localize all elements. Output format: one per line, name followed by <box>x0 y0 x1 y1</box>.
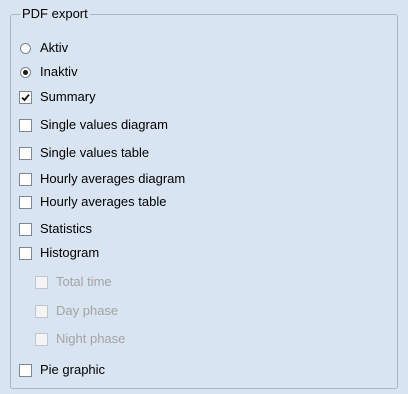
checkbox-histogram-label: Histogram <box>40 245 100 260</box>
checkbox-day-phase-label: Day phase <box>56 303 119 318</box>
checkbox-statistics-box[interactable] <box>19 222 32 236</box>
checkbox-hourly-averages-table-label: Hourly averages table <box>40 194 167 209</box>
radio-inaktiv-indicator[interactable] <box>20 66 31 78</box>
checkbox-single-values-table[interactable]: Single values table <box>19 144 149 162</box>
checkbox-statistics[interactable]: Statistics <box>19 220 92 238</box>
checkbox-total-time-label: Total time <box>56 274 112 289</box>
checkbox-single-values-table-box[interactable] <box>19 146 32 160</box>
checkbox-summary-label: Summary <box>40 89 96 104</box>
checkbox-histogram[interactable]: Histogram <box>19 244 99 262</box>
checkbox-histogram-box[interactable] <box>19 246 32 260</box>
checkbox-single-values-diagram-label: Single values diagram <box>40 117 168 132</box>
radio-aktiv[interactable]: Aktiv <box>20 39 68 57</box>
radio-aktiv-indicator[interactable] <box>20 42 31 54</box>
checkbox-night-phase-label: Night phase <box>56 331 126 346</box>
groupbox-title: PDF export <box>20 5 90 22</box>
checkbox-single-values-diagram[interactable]: Single values diagram <box>19 116 168 134</box>
checkbox-night-phase[interactable]: Night phase <box>35 330 125 348</box>
checkbox-day-phase[interactable]: Day phase <box>35 302 118 320</box>
pdf-export-panel: PDF export Aktiv Inaktiv Summary Single … <box>0 0 408 394</box>
checkbox-pie-graphic-label: Pie graphic <box>40 362 106 377</box>
checkbox-pie-graphic-box[interactable] <box>19 363 32 377</box>
checkbox-pie-graphic[interactable]: Pie graphic <box>19 361 105 379</box>
checkbox-hourly-averages-table-box[interactable] <box>19 195 32 209</box>
checkbox-total-time-box[interactable] <box>35 275 48 289</box>
checkbox-hourly-averages-diagram-label: Hourly averages diagram <box>40 171 186 186</box>
checkbox-single-values-diagram-box[interactable] <box>19 118 32 132</box>
radio-inaktiv[interactable]: Inaktiv <box>20 63 78 81</box>
checkmark-icon <box>21 93 30 101</box>
checkbox-hourly-averages-diagram[interactable]: Hourly averages diagram <box>19 170 185 188</box>
radio-aktiv-label: Aktiv <box>40 40 69 55</box>
checkbox-hourly-averages-table[interactable]: Hourly averages table <box>19 193 166 211</box>
checkbox-statistics-label: Statistics <box>40 221 93 236</box>
checkbox-total-time[interactable]: Total time <box>35 273 112 291</box>
radio-inaktiv-label: Inaktiv <box>40 64 78 79</box>
checkbox-summary-box[interactable] <box>19 90 32 104</box>
checkbox-day-phase-box[interactable] <box>35 304 48 318</box>
checkbox-hourly-averages-diagram-box[interactable] <box>19 172 32 186</box>
checkbox-night-phase-box[interactable] <box>35 332 48 346</box>
checkbox-single-values-table-label: Single values table <box>40 145 150 160</box>
checkbox-summary[interactable]: Summary <box>19 88 96 106</box>
